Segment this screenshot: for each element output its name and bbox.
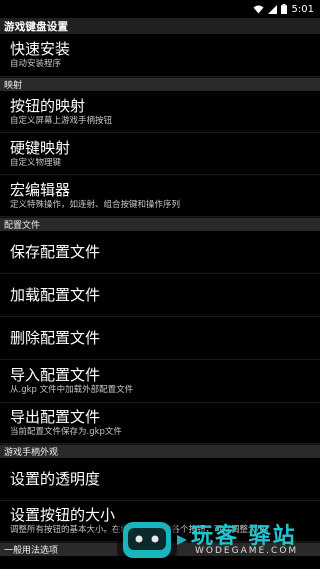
- quick-install-item[interactable]: 快速安装 自动安装程序: [0, 34, 320, 77]
- delete-profile-item[interactable]: 删除配置文件: [0, 317, 320, 360]
- item-summary: 当前配置文件保存为.gkp文件: [10, 427, 122, 437]
- item-summary: 自定义屏幕上游戏手柄按钮: [10, 115, 113, 126]
- section-header-profiles: 配置文件: [0, 217, 320, 231]
- item-label: 硬键映射: [10, 138, 71, 157]
- button-mapping-item[interactable]: 按钮的映射 自定义屏幕上游戏手柄按钮: [0, 91, 320, 133]
- import-profile-item[interactable]: 导入配置文件 从.gkp 文件中加载外部配置文件: [0, 360, 320, 403]
- item-label: 设置的透明度: [10, 470, 101, 488]
- item-summary: 自动安装程序: [10, 59, 62, 69]
- item-summary: 定义特殊操作，如连射、组合按键和操作序列: [10, 199, 181, 210]
- item-summary: 调整所有按钮的基本大小。在编辑模式中的各个按钮，可以调整大小。: [10, 525, 274, 535]
- item-summary: 自定义物理键: [10, 157, 62, 168]
- item-label: 保存配置文件: [10, 243, 101, 261]
- item-label: 导出配置文件: [10, 408, 101, 426]
- item-label: 导入配置文件: [10, 366, 101, 384]
- status-time: 5:01: [291, 3, 314, 15]
- item-summary: 从.gkp 文件中加载外部配置文件: [10, 385, 134, 395]
- item-label: 加载配置文件: [10, 286, 101, 304]
- transparency-item[interactable]: 设置的透明度: [0, 458, 320, 501]
- item-label: 宏编辑器: [10, 180, 71, 199]
- wifi-icon: [253, 5, 264, 13]
- battery-icon: [280, 4, 287, 14]
- macro-editor-item[interactable]: 宏编辑器 定义特殊操作，如连射、组合按键和操作序列: [0, 175, 320, 217]
- load-profile-item[interactable]: 加载配置文件: [0, 274, 320, 317]
- status-bar: 5:01: [0, 0, 320, 18]
- button-size-item[interactable]: 设置按钮的大小 调整所有按钮的基本大小。在编辑模式中的各个按钮，可以调整大小。: [0, 501, 320, 542]
- item-label: 设置按钮的大小: [10, 506, 116, 524]
- hardkey-mapping-item[interactable]: 硬键映射 自定义物理键: [0, 133, 320, 175]
- status-icons: [253, 4, 287, 14]
- section-header-appearance: 游戏手柄外观: [0, 444, 320, 458]
- item-label: 按钮的映射: [10, 96, 86, 115]
- item-label: 快速安装: [10, 40, 71, 58]
- page-title: 游戏键盘设置: [0, 18, 320, 34]
- save-profile-item[interactable]: 保存配置文件: [0, 231, 320, 274]
- export-profile-item[interactable]: 导出配置文件 当前配置文件保存为.gkp文件: [0, 403, 320, 444]
- section-header-general: 一般用法选项: [0, 542, 320, 556]
- item-label: 删除配置文件: [10, 329, 101, 347]
- section-header-mapping: 映射: [0, 77, 320, 91]
- signal-icon: [267, 4, 277, 14]
